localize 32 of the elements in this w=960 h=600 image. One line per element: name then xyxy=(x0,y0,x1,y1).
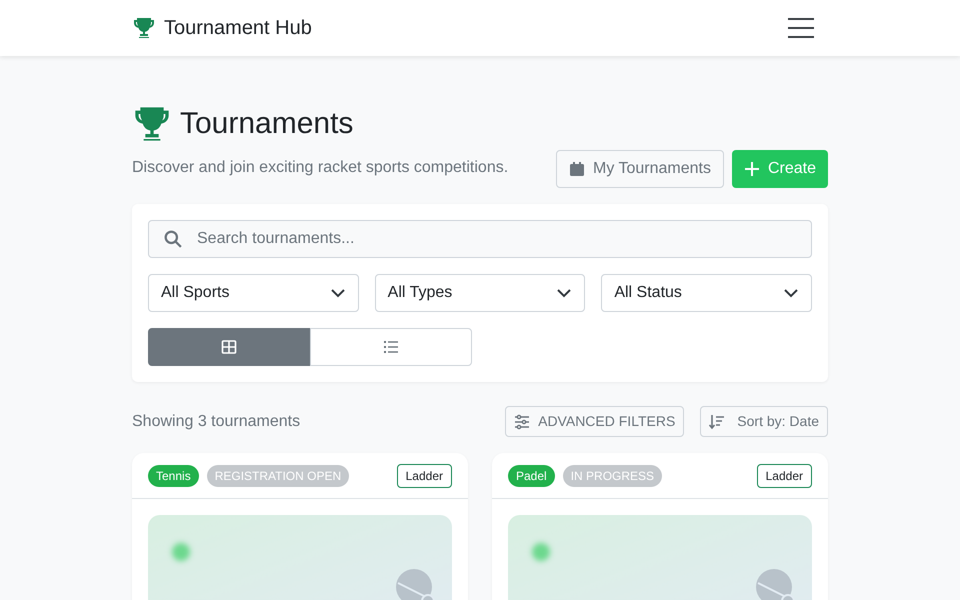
sport-badge: Padel xyxy=(508,464,555,486)
filter-dropdown[interactable]: All Types xyxy=(374,274,586,312)
menu-button[interactable] xyxy=(788,18,814,38)
list-icon xyxy=(383,339,399,355)
search-icon xyxy=(164,230,182,248)
grid-icon xyxy=(221,339,237,355)
sliders-icon xyxy=(514,414,530,430)
tournament-card[interactable]: Tennis REGISTRATION OPEN Ladder xyxy=(132,453,468,600)
trophy-icon xyxy=(132,16,156,40)
filter-dropdown[interactable]: All Sports xyxy=(148,274,359,312)
plus-icon xyxy=(744,161,760,177)
status-badge: REGISTRATION OPEN xyxy=(206,464,350,486)
list-view-button[interactable] xyxy=(310,328,472,366)
grid-view-button[interactable] xyxy=(148,328,310,366)
search-field[interactable]: Search tournaments... xyxy=(148,220,812,258)
type-badge: Ladder xyxy=(396,464,452,488)
sport-badge: Tennis xyxy=(148,464,199,486)
sort-icon xyxy=(709,414,726,430)
page-title: Tournaments xyxy=(180,106,354,142)
tournament-card[interactable]: Padel IN PROGRESS Ladder xyxy=(492,453,828,600)
ball-icon xyxy=(756,569,796,600)
brand-name[interactable]: Tournament Hub xyxy=(164,13,312,43)
ball-icon xyxy=(396,569,436,600)
type-badge: Ladder xyxy=(756,464,812,488)
sort-button[interactable]: Sort by: Date xyxy=(700,406,828,437)
advanced-filters-button[interactable]: ADVANCED FILTERS xyxy=(505,406,684,437)
status-badge: IN PROGRESS xyxy=(562,464,662,486)
filter-dropdown[interactable]: All Status xyxy=(601,274,812,312)
results-count: Showing 3 tournaments xyxy=(132,412,300,432)
calendar-icon xyxy=(568,161,585,177)
page-subtitle: Discover and join exciting racket sports competitions. xyxy=(132,158,508,178)
my-tournaments-button[interactable]: My Tournaments xyxy=(556,150,724,188)
